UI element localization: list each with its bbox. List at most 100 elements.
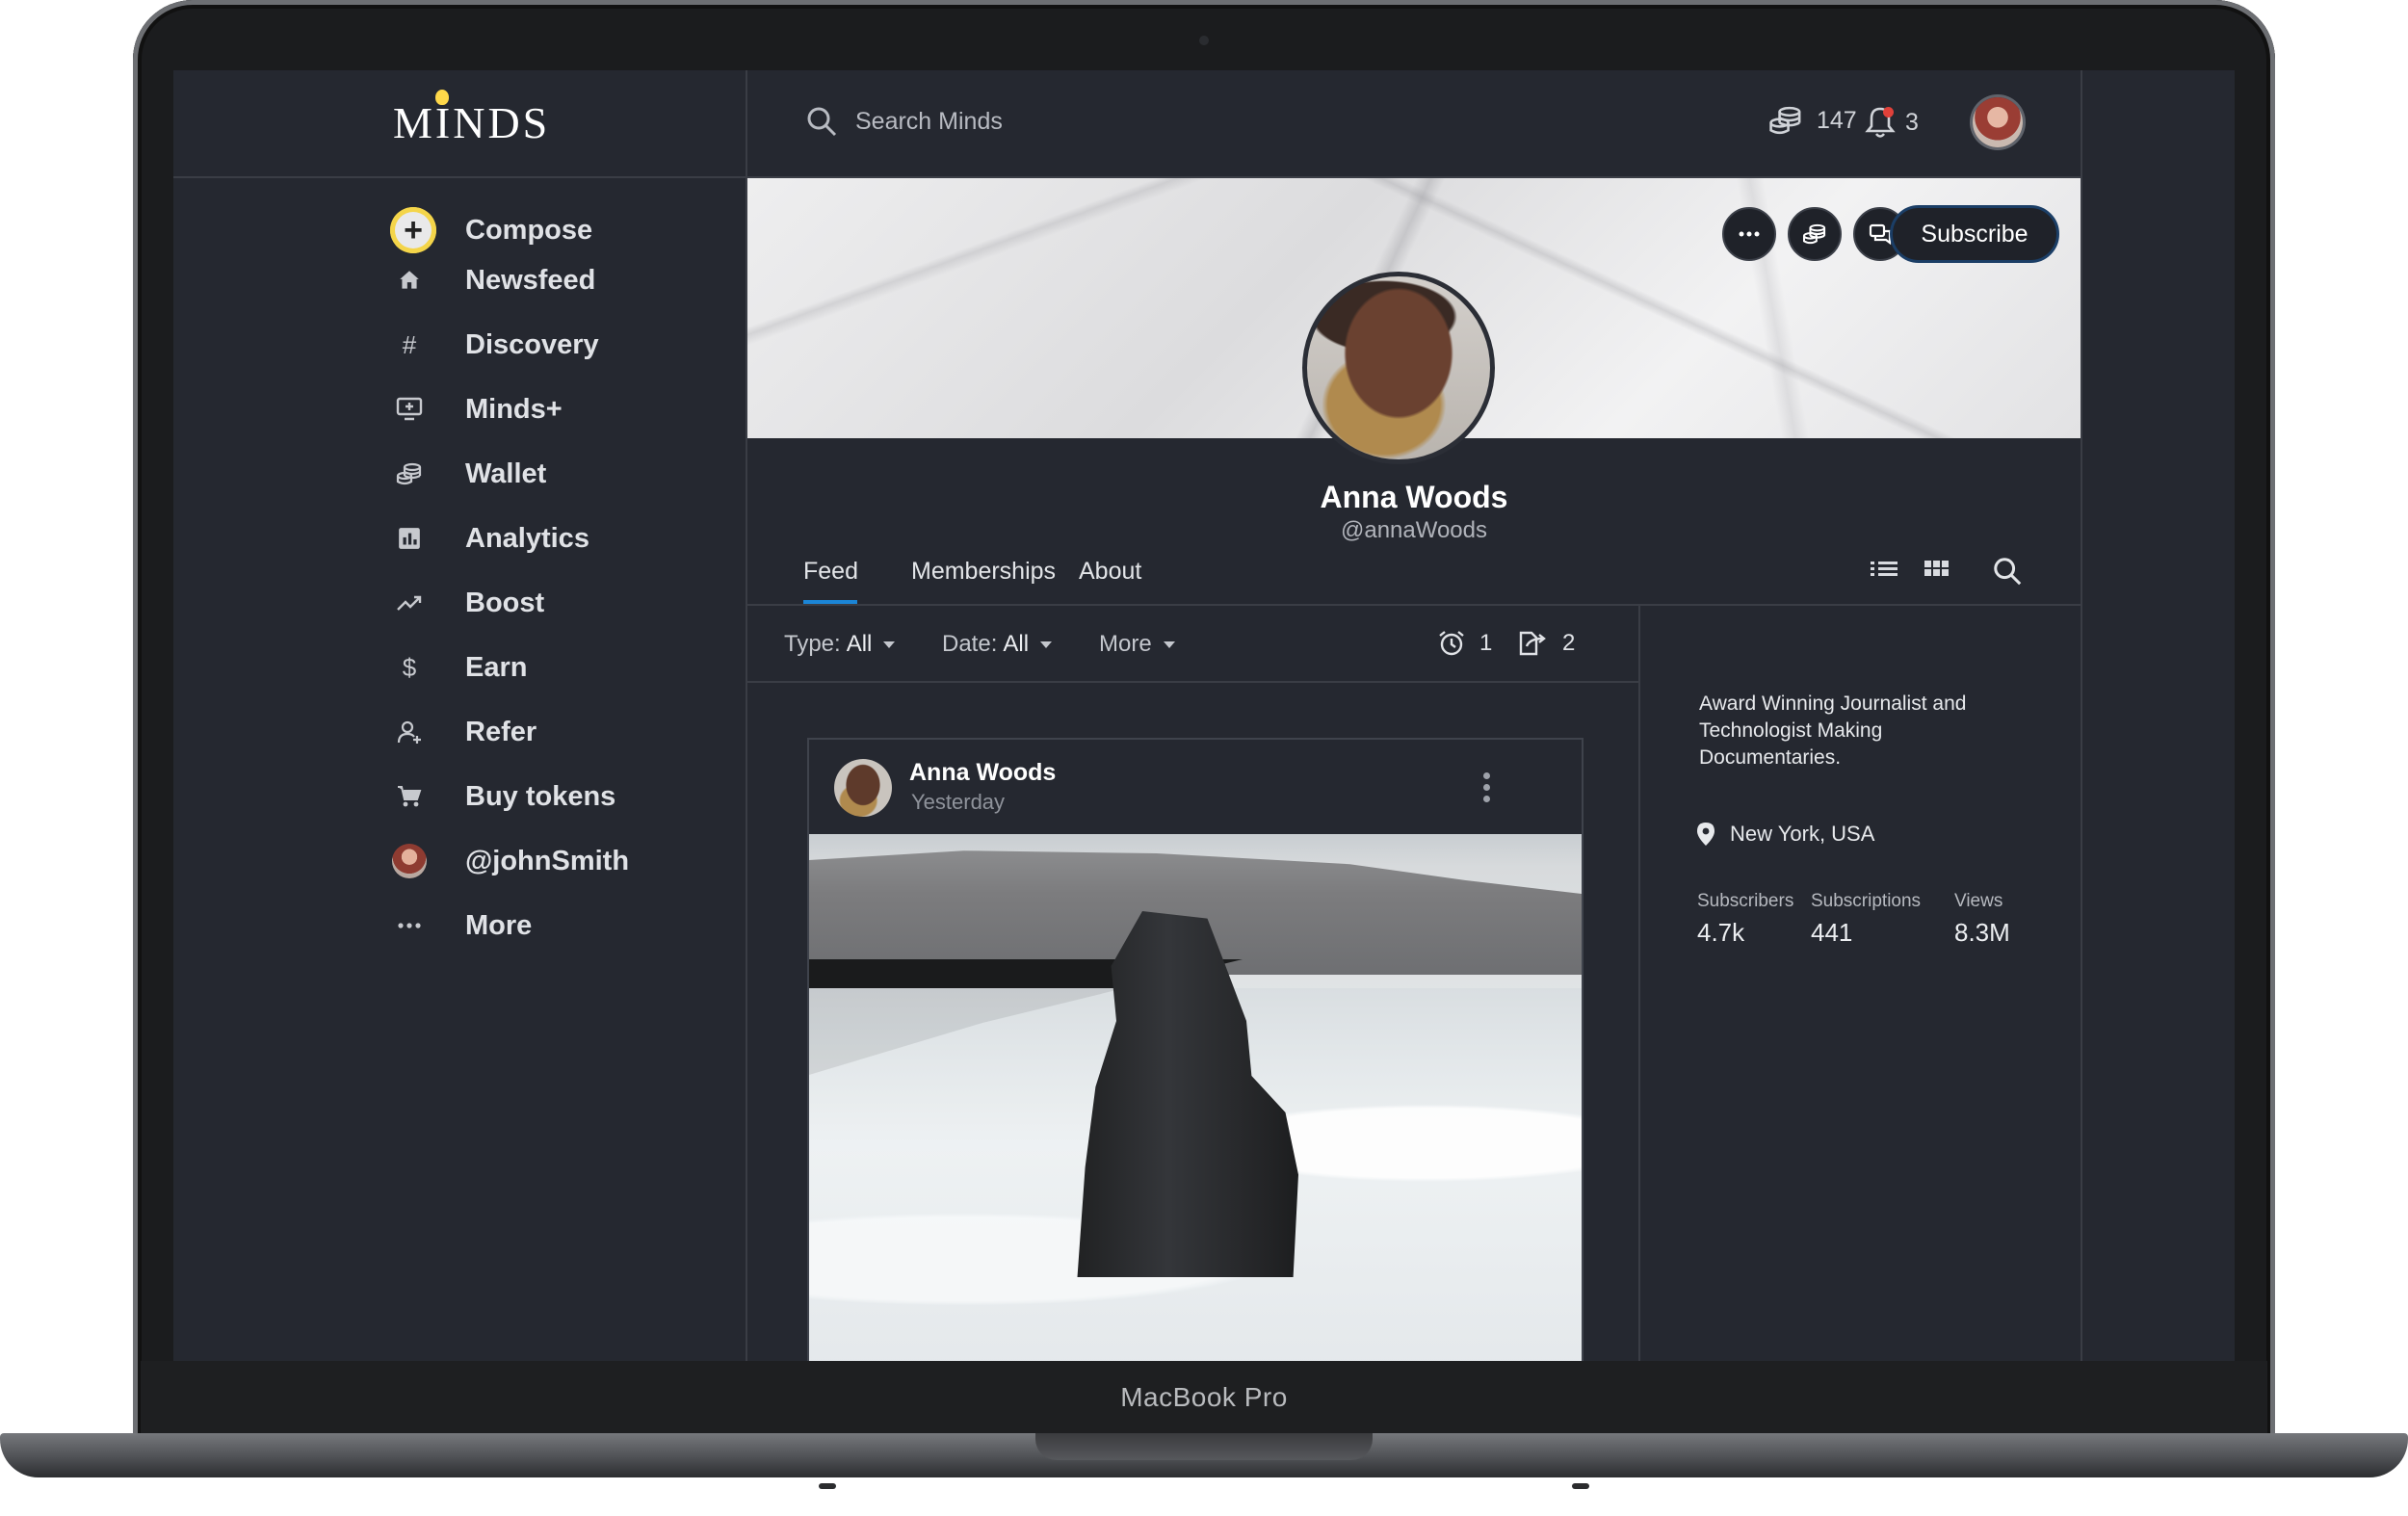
- subscribe-button[interactable]: Subscribe: [1890, 205, 2059, 263]
- chat-icon: [1869, 223, 1892, 245]
- active-tab-indicator: [803, 600, 857, 604]
- cart-icon: [390, 777, 429, 816]
- date-filter[interactable]: Date: All: [942, 631, 1053, 658]
- sidebar-item-label: Minds+: [465, 393, 563, 425]
- notification-count: 3: [1905, 108, 1919, 136]
- more-filter[interactable]: More: [1099, 631, 1175, 658]
- post-card[interactable]: Anna Woods Yesterday: [807, 738, 1584, 1361]
- filter-label: Date:: [942, 631, 998, 657]
- tip-button[interactable]: [1788, 207, 1842, 261]
- sidebar-item-newsfeed[interactable]: Newsfeed: [390, 255, 708, 305]
- sidebar-item-minds-plus[interactable]: Minds+: [390, 384, 708, 434]
- sidebar-item-label: Compose: [465, 214, 593, 246]
- wallet-balance[interactable]: 147: [1768, 105, 1857, 136]
- coins-icon: [390, 455, 429, 493]
- sidebar-item-buy-tokens[interactable]: Buy tokens: [390, 771, 708, 822]
- sidebar-item-label: Refer: [465, 716, 537, 747]
- tab-memberships[interactable]: Memberships: [911, 558, 1056, 586]
- sidebar-item-label: More: [465, 909, 533, 941]
- sidebar-item-profile[interactable]: @johnSmith: [390, 836, 708, 886]
- sidebar-item-refer[interactable]: Refer: [390, 707, 708, 757]
- post-author[interactable]: Anna Woods: [909, 759, 1056, 787]
- search-icon[interactable]: [1992, 556, 2023, 591]
- sidebar-item-analytics[interactable]: Analytics: [390, 513, 708, 563]
- minds-logo[interactable]: MINDS: [393, 97, 550, 148]
- home-icon: [390, 261, 429, 300]
- post-image[interactable]: [809, 834, 1582, 1361]
- sidebar-item-label: Newsfeed: [465, 264, 596, 296]
- sidebar-item-compose[interactable]: + Compose: [390, 205, 708, 255]
- stat-subscriptions[interactable]: Subscriptions 441: [1811, 891, 1921, 948]
- camera: [1199, 36, 1209, 45]
- alarm-clock-icon: [1439, 631, 1464, 656]
- grid-view-icon[interactable]: [1923, 556, 1951, 588]
- top-bar: Search Minds 147 3: [747, 70, 2081, 178]
- monitor-plus-icon: [390, 390, 429, 429]
- dollar-icon: $: [402, 652, 417, 682]
- right-gutter: [2081, 70, 2235, 1361]
- laptop-foot: [819, 1483, 836, 1489]
- sidebar-item-label: Earn: [465, 651, 528, 683]
- feed-filters: Type: All Date: All More 1 2: [747, 606, 1638, 683]
- sidebar-item-more[interactable]: More: [390, 901, 708, 951]
- column-divider: [1638, 606, 1640, 1361]
- user-avatar[interactable]: [1973, 97, 2023, 147]
- avatar[interactable]: [834, 759, 892, 817]
- profile-bio: Award Winning Journalist and Technologis…: [1699, 693, 1967, 769]
- user-share-icon: [390, 713, 429, 751]
- filter-label: Type:: [784, 631, 841, 657]
- stat-subscribers[interactable]: Subscribers 4.7k: [1697, 891, 1793, 948]
- sidebar-item-label: Analytics: [465, 522, 589, 554]
- filter-value: All: [846, 631, 873, 657]
- profile-avatar[interactable]: [1302, 272, 1495, 464]
- coins-icon: [1769, 106, 1801, 135]
- trending-up-icon: [390, 584, 429, 622]
- pending-posts[interactable]: 2: [1518, 629, 1575, 658]
- sidebar: MINDS + Compose Newsfeed # Discovery Min…: [173, 70, 747, 1361]
- sidebar-item-label: Boost: [465, 587, 545, 618]
- post-header: Anna Woods Yesterday: [809, 740, 1582, 834]
- profile-name: Anna Woods: [1320, 480, 1508, 514]
- search-placeholder: Search Minds: [855, 107, 1003, 135]
- stat-label: Subscribers: [1697, 891, 1794, 911]
- stat-label: Subscriptions: [1811, 891, 1922, 911]
- stat-value: 441: [1811, 918, 1853, 947]
- laptop-notch: [1035, 1433, 1373, 1460]
- notifications-button[interactable]: 3: [1865, 105, 1919, 140]
- kebab-menu-icon[interactable]: [1483, 772, 1490, 802]
- device-label: MacBook Pro: [1120, 1381, 1288, 1412]
- sidebar-item-earn[interactable]: $ Earn: [390, 642, 708, 693]
- share-document-icon: [1519, 631, 1546, 656]
- token-count: 147: [1817, 106, 1857, 134]
- hashtag-icon: #: [402, 329, 417, 359]
- search-input[interactable]: Search Minds: [805, 105, 1003, 138]
- sidebar-item-discovery[interactable]: # Discovery: [390, 320, 708, 370]
- tab-about[interactable]: About: [1079, 558, 1141, 586]
- notification-dot: [1883, 107, 1894, 118]
- location-label: New York, USA: [1730, 822, 1875, 846]
- caret-down-icon: [883, 640, 896, 648]
- scheduled-posts[interactable]: 1: [1437, 629, 1492, 658]
- sidebar-item-wallet[interactable]: Wallet: [390, 449, 708, 499]
- list-view-icon[interactable]: [1869, 556, 1899, 588]
- avatar: [392, 844, 427, 878]
- stat-views[interactable]: Views 8.3M: [1954, 891, 2010, 948]
- post-timestamp[interactable]: Yesterday: [911, 790, 1005, 815]
- profile-location: New York, USA: [1695, 822, 1874, 847]
- sidebar-item-boost[interactable]: Boost: [390, 578, 708, 628]
- sidebar-item-label: Discovery: [465, 328, 599, 360]
- tab-feed[interactable]: Feed: [803, 558, 858, 586]
- filter-value: All: [1003, 631, 1030, 657]
- laptop-foot: [1572, 1483, 1589, 1489]
- search-icon: [807, 107, 837, 137]
- profile-handle: @annaWoods: [1340, 517, 1487, 543]
- coins-icon: [1802, 223, 1826, 245]
- pending-count: 2: [1562, 630, 1576, 656]
- type-filter[interactable]: Type: All: [784, 631, 896, 658]
- scheduled-count: 1: [1479, 630, 1493, 656]
- ellipsis-icon: [1739, 231, 1760, 237]
- more-options-button[interactable]: [1722, 207, 1776, 261]
- location-pin-icon: [1697, 823, 1714, 846]
- sidebar-item-label: Buy tokens: [465, 780, 616, 812]
- sidebar-item-label: @johnSmith: [465, 845, 630, 876]
